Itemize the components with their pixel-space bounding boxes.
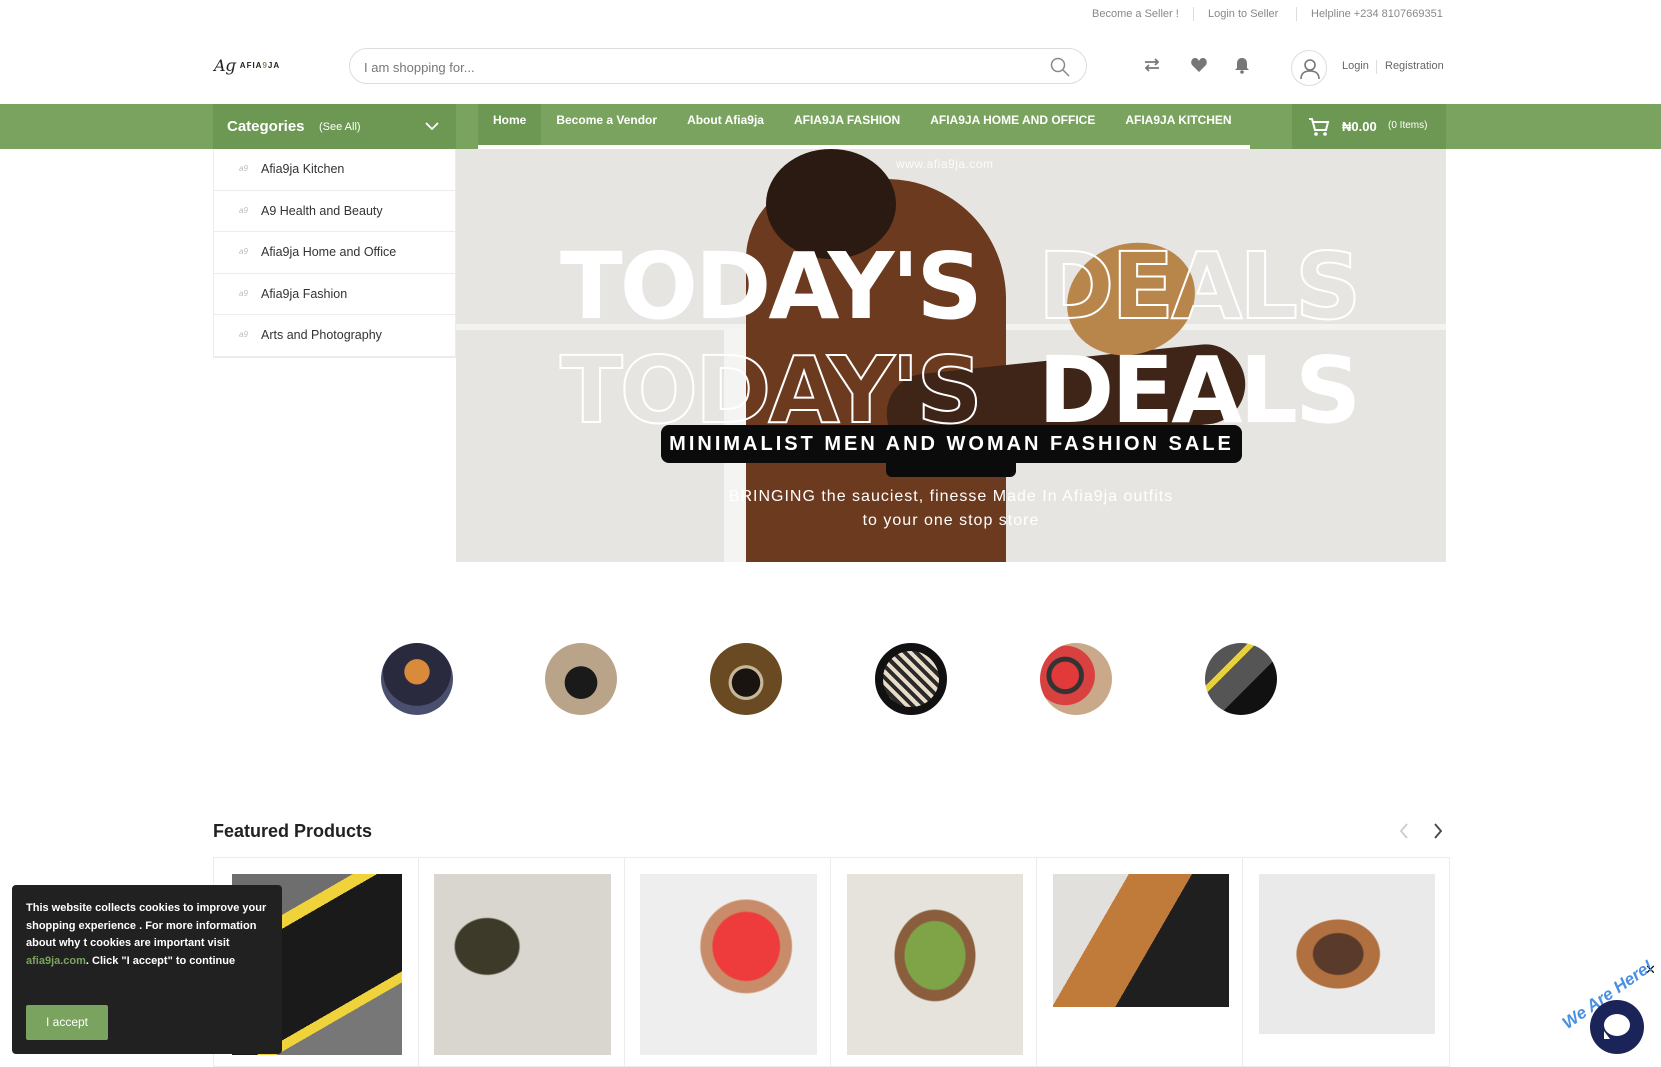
category-circle-image[interactable] [381, 643, 453, 715]
category-label: Afia9ja Home and Office [261, 245, 397, 260]
category-circle-image[interactable] [875, 643, 947, 715]
user-avatar[interactable] [1291, 50, 1327, 86]
categories-toggle[interactable]: Categories (See All) [213, 104, 456, 149]
login-seller-link[interactable]: Login to Seller [1208, 8, 1278, 20]
cookie-link[interactable]: afia9ja.com [26, 955, 86, 967]
banner-watermark: www.afia9ja.com [896, 157, 994, 171]
nav-item-afia9ja-fashion[interactable]: AFIA9JA FASHION [779, 104, 915, 145]
section-title: Featured Products [213, 821, 373, 841]
chat-bubble-tail [1604, 1031, 1610, 1039]
user-icon [1300, 59, 1320, 80]
category-logo-icon: a9 [239, 247, 248, 257]
product-image[interactable] [1053, 874, 1229, 1007]
main-menu: Home Become a Vendor About Afia9ja AFIA9JA … [478, 104, 1247, 145]
product-image[interactable] [1259, 874, 1435, 1034]
category-item[interactable]: a9 Afia9ja Kitchen [214, 149, 455, 191]
category-logo-icon: a9 [239, 205, 248, 215]
banner-headline-today: TODAY'S [560, 233, 983, 340]
categories-title: Categories [227, 118, 305, 135]
category-label: Afia9ja Fashion [261, 286, 348, 301]
product-image[interactable] [434, 874, 611, 1055]
banner-sale-text: MINIMALIST MEN AND WOMAN FASHION SALE [669, 433, 1234, 455]
login-link[interactable]: Login [1342, 60, 1369, 72]
category-item[interactable]: a9 A9 Health and Beauty [214, 191, 455, 233]
site-logo[interactable]: Aɡ AFIA9JA [214, 56, 280, 75]
nav-item-afia9ja-kitchen[interactable]: AFIA9JA KITCHEN [1110, 104, 1246, 145]
banner-headline-deals: DEALS [1038, 337, 1361, 444]
divider [1193, 7, 1194, 21]
notification-bell-icon[interactable] [1233, 56, 1251, 74]
cookie-banner: This website collects cookies to improve… [12, 885, 282, 1054]
search-icon[interactable] [1050, 57, 1070, 77]
chevron-left-icon[interactable] [1398, 822, 1410, 840]
logo-wordmark: AFIA9JA [239, 61, 281, 70]
categories-list: a9 Afia9ja Kitchen a9 A9 Health and Beauty… [213, 149, 456, 358]
cart-icon [1309, 118, 1330, 136]
category-logo-icon: a9 [239, 288, 248, 298]
top-bar: Become a Seller ! Login to Seller Helpli… [0, 0, 1661, 30]
category-circle-image[interactable] [1040, 643, 1112, 715]
accept-cookies-button[interactable]: I accept [26, 1005, 108, 1040]
chevron-right-icon[interactable] [1432, 822, 1444, 840]
search-input[interactable] [364, 57, 1014, 77]
chat-button[interactable] [1590, 1000, 1644, 1054]
product-image[interactable] [640, 874, 817, 1055]
search-bar [349, 48, 1087, 84]
wishlist-heart-icon[interactable] [1190, 56, 1208, 74]
cart-button[interactable]: ₦0.00 (0 Items) [1292, 104, 1446, 149]
category-label: A9 Health and Beauty [261, 203, 383, 218]
category-circle-image[interactable] [710, 643, 782, 715]
divider [1296, 7, 1297, 21]
category-label: Afia9ja Kitchen [261, 162, 345, 176]
nav-item-about-afia9ja[interactable]: About Afia9ja [672, 104, 779, 145]
become-seller-link[interactable]: Become a Seller ! [1092, 8, 1179, 20]
category-logo-icon: a9 [239, 330, 248, 340]
category-item[interactable]: a9 Afia9ja Fashion [214, 274, 455, 316]
cart-item-count: (0 Items) [1388, 120, 1428, 131]
category-circle-image[interactable] [545, 643, 617, 715]
hero-banner[interactable]: www.afia9ja.com TODAY'S DEALS TODAY'S DE… [456, 149, 1446, 562]
nav-item-become-a-vendor[interactable]: Become a Vendor [541, 104, 672, 145]
banner-headline-today-outline: TODAY'S [559, 337, 984, 444]
category-item[interactable]: a9 Arts and Photography [214, 315, 455, 357]
category-label: Arts and Photography [261, 328, 382, 343]
chevron-down-icon [425, 122, 439, 131]
cookie-text: This website collects cookies to improve… [26, 902, 267, 967]
compare-icon[interactable] [1143, 56, 1161, 74]
registration-link[interactable]: Registration [1385, 60, 1444, 72]
cart-amount: ₦0.00 [1342, 119, 1377, 134]
nav-item-home[interactable]: Home [478, 104, 542, 145]
divider [1376, 60, 1377, 74]
helpline-text: Helpline +234 8107669351 [1311, 8, 1443, 20]
nav-item-afia9ja-home-and-office[interactable]: AFIA9JA HOME AND OFFICE [915, 104, 1110, 145]
banner-subtitle-line: BRINGING the sauciest, finesse Made In A… [728, 488, 1174, 505]
product-image[interactable] [847, 874, 1023, 1055]
category-circle-image[interactable] [1205, 643, 1277, 715]
category-logo-icon: a9 [239, 164, 248, 173]
banner-headline-deals-outline: DEALS [1037, 233, 1362, 340]
category-item[interactable]: a9 Afia9ja Home and Office [214, 232, 455, 274]
see-all-link[interactable]: (See All) [319, 121, 361, 133]
logo-mark: Aɡ [214, 56, 236, 75]
banner-subtitle-line: to your one stop store [862, 512, 1040, 529]
banner-subtitle: BRINGING the sauciest, finesse Made In A… [656, 485, 1246, 533]
